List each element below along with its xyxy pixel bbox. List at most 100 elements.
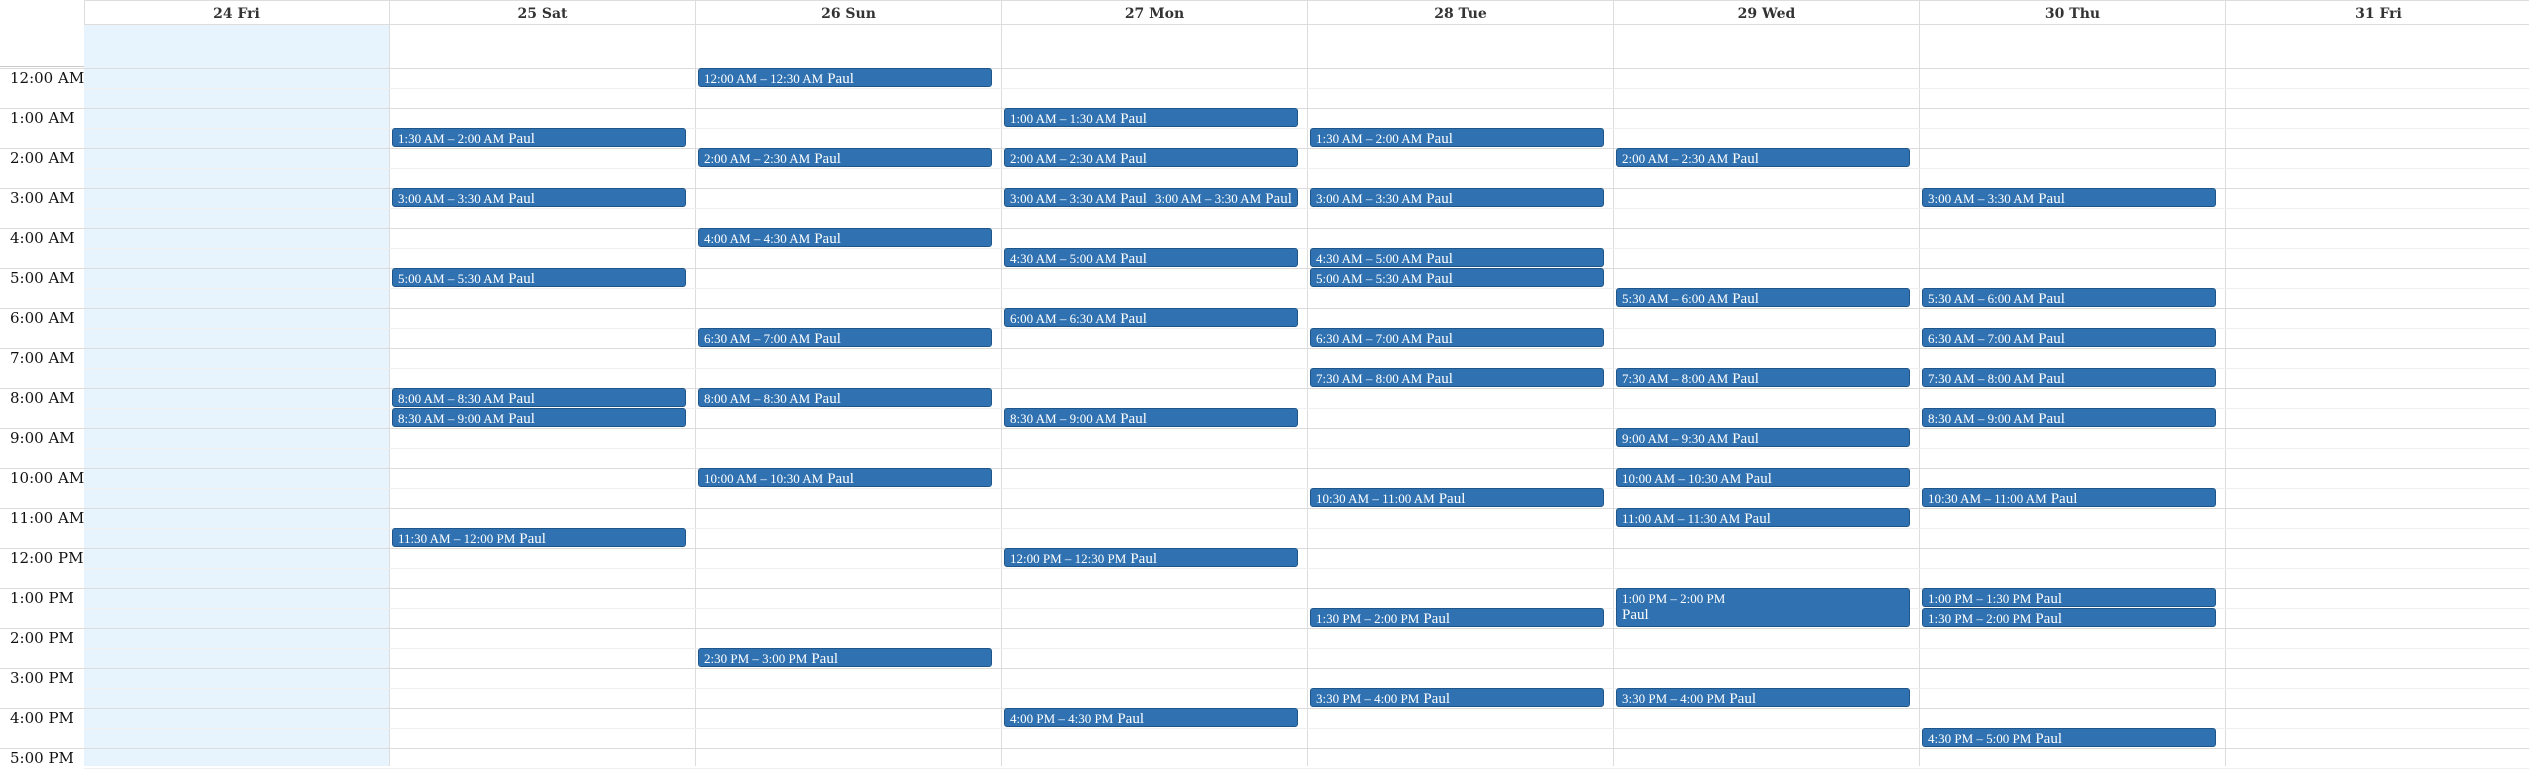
event-block[interactable]: 8:00 AM – 8:30 AM Paul xyxy=(392,388,686,407)
event-time: 2:00 AM – 2:30 AM xyxy=(1622,151,1729,166)
event-block[interactable]: 1:30 AM – 2:00 AM Paul xyxy=(1310,128,1604,147)
day-header[interactable]: 31 Fri xyxy=(2226,0,2529,24)
event-time: 10:30 AM – 11:00 AM xyxy=(1928,491,2047,506)
event-block[interactable]: 10:00 AM – 10:30 AM Paul xyxy=(1616,468,1910,487)
event-time: 3:00 AM – 3:30 AM xyxy=(1316,191,1423,206)
event-block[interactable]: 4:30 PM – 5:00 PM Paul xyxy=(1922,728,2216,747)
event-block[interactable]: 12:00 PM – 12:30 PM Paul xyxy=(1004,548,1298,567)
event-title: Paul xyxy=(1732,371,1759,387)
all-day-cell[interactable] xyxy=(2226,24,2529,66)
day-header[interactable]: 25 Sat xyxy=(390,0,696,24)
event-block[interactable]: 5:30 AM – 6:00 AM Paul xyxy=(1922,288,2216,307)
event-block[interactable]: 2:30 PM – 3:00 PM Paul xyxy=(698,648,992,667)
event-title: Paul xyxy=(2050,491,2078,507)
event-block[interactable]: 2:00 AM – 2:30 AM Paul xyxy=(698,148,992,167)
event-block[interactable]: 7:30 AM – 8:00 AM Paul xyxy=(1310,368,1604,387)
all-day-cell[interactable] xyxy=(1308,24,1614,66)
event-block[interactable]: 6:00 AM – 6:30 AM Paul xyxy=(1004,308,1298,327)
event-block[interactable]: 11:00 AM – 11:30 AM Paul xyxy=(1616,508,1910,527)
event-block[interactable]: 1:30 AM – 2:00 AM Paul xyxy=(392,128,686,147)
event-block[interactable]: 3:00 AM – 3:30 AM Paul 3:00 AM – 3:30 AM Pa… xyxy=(1004,188,1298,207)
event-title: Paul xyxy=(814,231,841,247)
event-title: Paul xyxy=(508,191,535,207)
event-time: 8:00 AM – 8:30 AM xyxy=(398,391,505,406)
half-hour-gridline xyxy=(84,648,2529,649)
event-block[interactable]: 8:30 AM – 9:00 AM Paul xyxy=(1922,408,2216,427)
hour-gridline xyxy=(0,388,2529,389)
event-block[interactable]: 1:00 PM – 2:00 PM Paul xyxy=(1616,588,1910,627)
event-block[interactable]: 1:00 PM – 1:30 PM Paul xyxy=(1922,588,2216,607)
event-block[interactable]: 1:30 PM – 2:00 PM Paul xyxy=(1310,608,1604,627)
day-column[interactable] xyxy=(84,66,390,766)
event-block[interactable]: 3:00 AM – 3:30 AM Paul xyxy=(392,188,686,207)
event-time: 6:30 AM – 7:00 AM xyxy=(1316,331,1423,346)
time-label: 2:00 PM xyxy=(10,629,74,647)
event-block[interactable]: 5:00 AM – 5:30 AM Paul xyxy=(1310,268,1604,287)
event-block[interactable]: 3:00 AM – 3:30 AM Paul xyxy=(1310,188,1604,207)
half-hour-gridline xyxy=(84,208,2529,209)
time-gutter-header xyxy=(0,0,85,67)
event-title: Paul xyxy=(1729,691,1756,707)
event-time: 2:00 AM – 2:30 AM xyxy=(1010,151,1117,166)
event-block[interactable]: 4:30 AM – 5:00 AM Paul xyxy=(1004,248,1298,267)
day-column[interactable] xyxy=(2226,66,2529,766)
event-block[interactable]: 5:30 AM – 6:00 AM Paul xyxy=(1616,288,1910,307)
event-block[interactable]: 6:30 AM – 7:00 AM Paul xyxy=(1922,328,2216,347)
event-time: 10:30 AM – 11:00 AM xyxy=(1316,491,1435,506)
event-block[interactable]: 10:00 AM – 10:30 AM Paul xyxy=(698,468,992,487)
day-header[interactable]: 28 Tue xyxy=(1308,0,1614,24)
event-time: 4:30 AM – 5:00 AM xyxy=(1316,251,1423,266)
event-title: Paul xyxy=(1438,491,1466,507)
half-hour-gridline xyxy=(84,88,2529,89)
day-header[interactable]: 30 Thu xyxy=(1920,0,2226,24)
event-block[interactable]: 3:30 PM – 4:00 PM Paul xyxy=(1310,688,1604,707)
event-block[interactable]: 1:30 PM – 2:00 PM Paul xyxy=(1922,608,2216,627)
event-title: Paul xyxy=(827,471,854,487)
event-title: Paul xyxy=(2035,731,2062,747)
event-block[interactable]: 6:30 AM – 7:00 AM Paul xyxy=(1310,328,1604,347)
event-block[interactable]: 3:30 PM – 4:00 PM Paul xyxy=(1616,688,1910,707)
overlapping-event[interactable]: 3:00 AM – 3:30 AM Paul xyxy=(1155,191,1292,206)
event-title: Paul xyxy=(1426,271,1453,287)
day-header[interactable]: 24 Fri xyxy=(84,0,390,24)
hour-gridline xyxy=(0,268,2529,269)
event-block[interactable]: 6:30 AM – 7:00 AM Paul xyxy=(698,328,992,347)
time-label: 7:00 AM xyxy=(10,349,75,367)
event-block[interactable]: 8:00 AM – 8:30 AM Paul xyxy=(698,388,992,407)
hour-gridline xyxy=(0,628,2529,629)
event-time: 3:00 AM – 3:30 AM xyxy=(1928,191,2035,206)
event-block[interactable]: 4:00 AM – 4:30 AM Paul xyxy=(698,228,992,247)
day-column[interactable] xyxy=(1308,66,1614,766)
all-day-cell[interactable] xyxy=(1002,24,1308,66)
event-block[interactable]: 7:30 AM – 8:00 AM Paul xyxy=(1616,368,1910,387)
day-header[interactable]: 26 Sun xyxy=(696,0,1002,24)
all-day-cell[interactable] xyxy=(84,24,390,66)
event-block[interactable]: 12:00 AM – 12:30 AM Paul xyxy=(698,68,992,87)
event-block[interactable]: 5:00 AM – 5:30 AM Paul xyxy=(392,268,686,287)
event-time: 1:30 PM – 2:00 PM xyxy=(1316,611,1420,626)
day-column[interactable] xyxy=(1614,66,1920,766)
event-block[interactable]: 1:00 AM – 1:30 AM Paul xyxy=(1004,108,1298,127)
all-day-cell[interactable] xyxy=(1614,24,1920,66)
event-time: 1:00 PM – 1:30 PM xyxy=(1928,591,2032,606)
event-block[interactable]: 8:30 AM – 9:00 AM Paul xyxy=(392,408,686,427)
event-block[interactable]: 11:30 AM – 12:00 PM Paul xyxy=(392,528,686,547)
event-block[interactable]: 2:00 AM – 2:30 AM Paul xyxy=(1004,148,1298,167)
all-day-cell[interactable] xyxy=(696,24,1002,66)
event-block[interactable]: 4:00 PM – 4:30 PM Paul xyxy=(1004,708,1298,727)
day-header[interactable]: 27 Mon xyxy=(1002,0,1308,24)
hour-gridline xyxy=(0,68,2529,69)
time-label: 5:00 AM xyxy=(10,269,75,287)
event-block[interactable]: 9:00 AM – 9:30 AM Paul xyxy=(1616,428,1910,447)
event-block[interactable]: 4:30 AM – 5:00 AM Paul xyxy=(1310,248,1604,267)
event-block[interactable]: 10:30 AM – 11:00 AM Paul xyxy=(1310,488,1604,507)
event-block[interactable]: 8:30 AM – 9:00 AM Paul xyxy=(1004,408,1298,427)
all-day-cell[interactable] xyxy=(390,24,696,66)
event-block[interactable]: 7:30 AM – 8:00 AM Paul xyxy=(1922,368,2216,387)
event-title: Paul xyxy=(1744,511,1771,527)
event-block[interactable]: 2:00 AM – 2:30 AM Paul xyxy=(1616,148,1910,167)
all-day-cell[interactable] xyxy=(1920,24,2226,66)
event-block[interactable]: 3:00 AM – 3:30 AM Paul xyxy=(1922,188,2216,207)
day-header[interactable]: 29 Wed xyxy=(1614,0,1920,24)
event-block[interactable]: 10:30 AM – 11:00 AM Paul xyxy=(1922,488,2216,507)
